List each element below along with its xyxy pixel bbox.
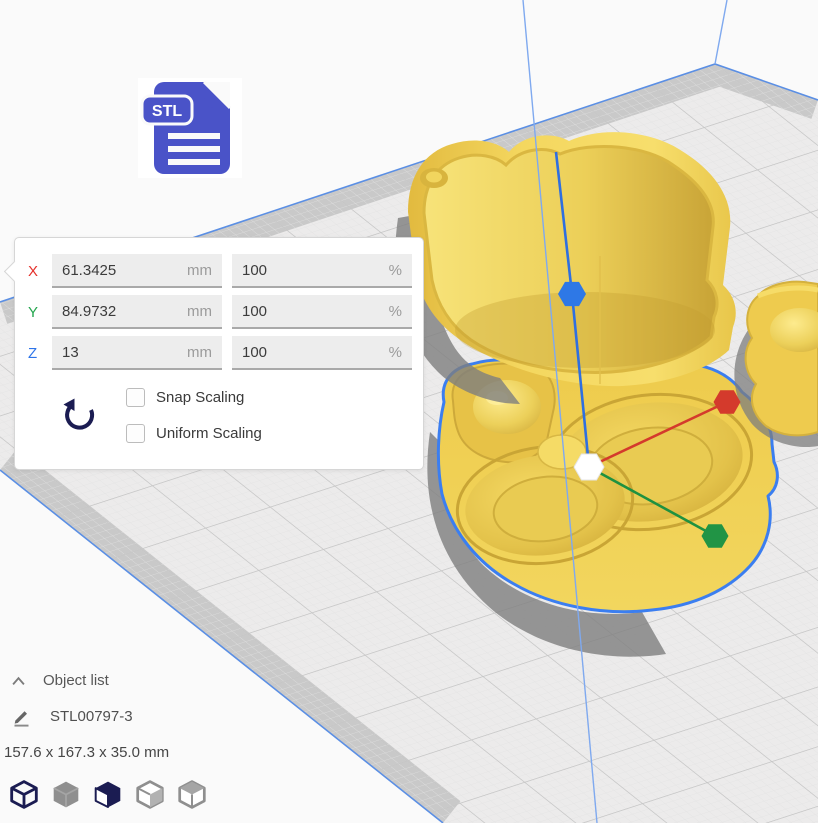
object-list-title: Object list xyxy=(43,672,109,689)
x-size-unit: mm xyxy=(187,262,212,279)
view-mode-toolbar xyxy=(8,778,208,811)
wireframe-cube-icon[interactable] xyxy=(8,778,40,811)
reset-ccw-icon xyxy=(59,396,99,436)
build-volume-corner-line xyxy=(715,0,727,64)
model-partial-right[interactable] xyxy=(746,282,818,436)
y-size-input[interactable] xyxy=(62,303,179,320)
solid-highlight-cube-icon[interactable] xyxy=(92,778,124,811)
stl-file-icon: STL xyxy=(138,78,242,178)
object-list-header[interactable]: Object list xyxy=(10,672,109,689)
object-list-item[interactable]: STL00797-3 xyxy=(11,706,133,727)
y-percent-input[interactable] xyxy=(242,303,381,320)
stl-badge-label: STL xyxy=(152,103,182,120)
chevron-up-icon xyxy=(10,674,27,687)
z-percent-unit: % xyxy=(389,344,402,361)
open-top-cube-icon[interactable] xyxy=(176,778,208,811)
corner-tube-inner xyxy=(426,172,442,183)
z-percent-input[interactable] xyxy=(242,344,381,361)
x-size-input[interactable] xyxy=(62,262,179,279)
snap-scaling-label: Snap Scaling xyxy=(156,389,244,406)
scale-row-z: Z mm % xyxy=(25,335,413,371)
snap-scaling-checkbox[interactable] xyxy=(126,388,145,407)
uniform-scaling-label: Uniform Scaling xyxy=(156,425,262,442)
scale-row-y: Y mm % xyxy=(25,294,413,330)
x-percent-unit: % xyxy=(389,262,402,279)
uniform-scaling-checkbox[interactable] xyxy=(126,424,145,443)
axis-z-label: Z xyxy=(25,345,52,362)
snap-scaling-option: Snap Scaling xyxy=(126,388,244,407)
model-dimensions-label: 157.6 x 167.3 x 35.0 mm xyxy=(4,744,169,761)
stl-document-glyph: STL xyxy=(138,78,242,178)
scale-row-x: X mm % xyxy=(25,253,413,289)
y-size-unit: mm xyxy=(187,303,212,320)
uniform-scaling-option: Uniform Scaling xyxy=(126,424,262,443)
scale-tool-panel: X mm % Y mm % Z mm % xyxy=(14,237,424,470)
y-percent-unit: % xyxy=(389,303,402,320)
cavity-shade xyxy=(455,292,715,368)
z-size-unit: mm xyxy=(187,344,212,361)
z-size-input[interactable] xyxy=(62,344,179,361)
pencil-icon xyxy=(11,706,32,727)
reset-scale-button[interactable] xyxy=(59,396,99,438)
right-face-cube-icon[interactable] xyxy=(134,778,166,811)
axis-y-label: Y xyxy=(25,304,52,321)
axis-x-label: X xyxy=(25,263,52,280)
x-percent-input[interactable] xyxy=(242,262,381,279)
solid-cube-icon[interactable] xyxy=(50,778,82,811)
object-item-name: STL00797-3 xyxy=(50,708,133,725)
